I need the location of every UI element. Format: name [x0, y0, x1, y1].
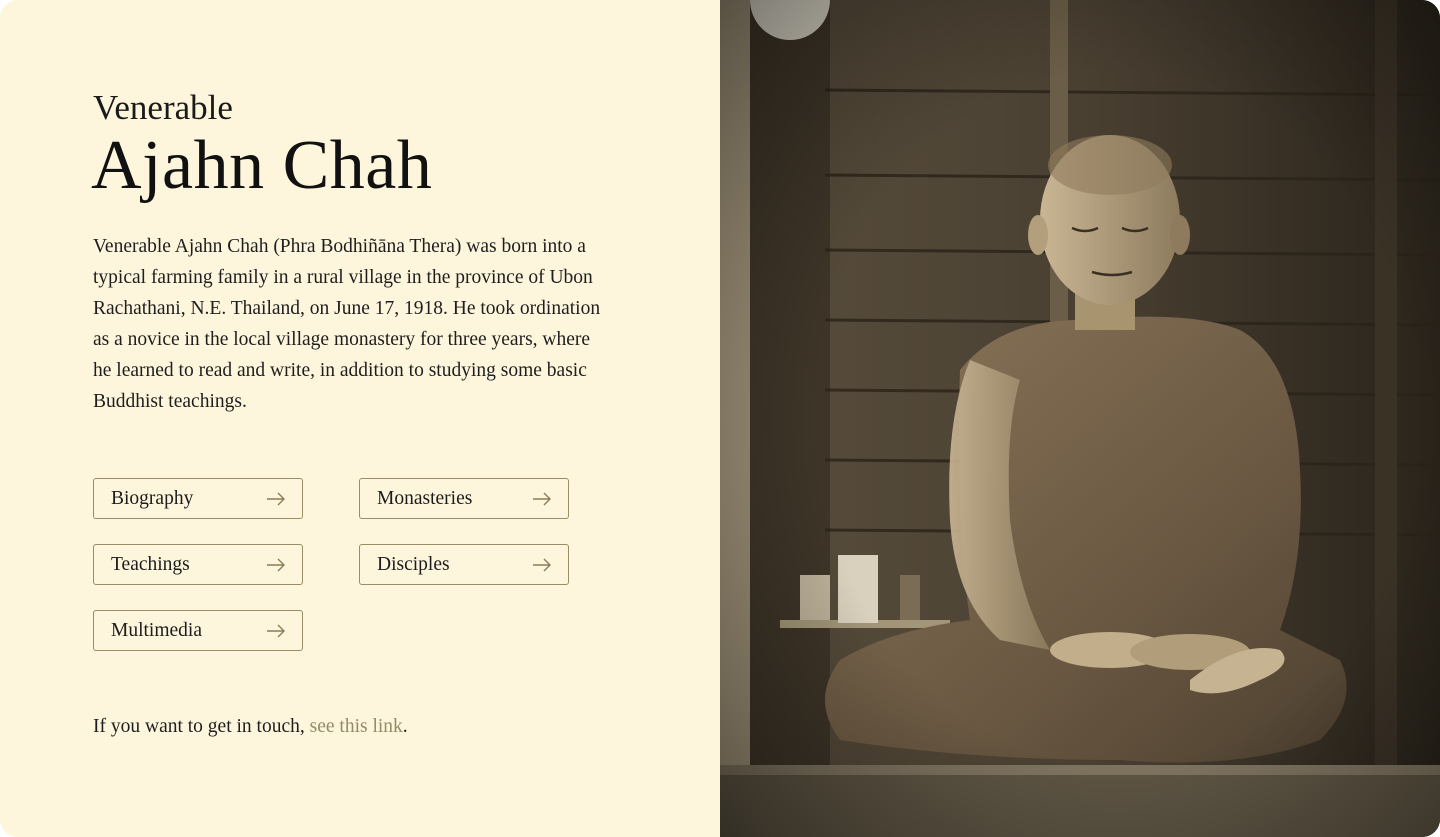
teachings-button-label: Teachings — [111, 553, 190, 575]
monk-portrait-photo — [720, 0, 1440, 837]
disciples-button[interactable]: Disciples — [359, 544, 569, 585]
contact-line: If you want to get in touch, see this li… — [93, 712, 408, 742]
page-title: Ajahn Chah — [91, 127, 433, 204]
portrait-panel — [720, 0, 1440, 837]
intro-panel: Venerable Ajahn Chah Venerable Ajahn Cha… — [0, 0, 720, 837]
arrow-right-icon — [267, 558, 285, 571]
contact-suffix: . — [402, 716, 408, 737]
biography-button[interactable]: Biography — [93, 478, 303, 519]
bio-paragraph: Venerable Ajahn Chah (Phra Bodhiñāna The… — [93, 236, 601, 412]
multimedia-button[interactable]: Multimedia — [93, 610, 303, 651]
monasteries-button-label: Monasteries — [377, 487, 473, 509]
arrow-right-icon — [533, 558, 551, 571]
arrow-right-icon — [267, 624, 285, 637]
monasteries-button[interactable]: Monasteries — [359, 478, 569, 519]
biography-button-label: Biography — [111, 487, 194, 509]
multimedia-button-label: Multimedia — [111, 619, 202, 641]
arrow-right-icon — [533, 492, 551, 505]
teachings-button[interactable]: Teachings — [93, 544, 303, 585]
section-nav: Biography Monasteries Teachings Disciple… — [93, 478, 573, 658]
contact-link[interactable]: see this link — [310, 716, 403, 737]
page: Venerable Ajahn Chah Venerable Ajahn Cha… — [0, 0, 1440, 837]
disciples-button-label: Disciples — [377, 553, 450, 575]
contact-prefix: If you want to get in touch, — [93, 716, 310, 737]
arrow-right-icon — [267, 492, 285, 505]
